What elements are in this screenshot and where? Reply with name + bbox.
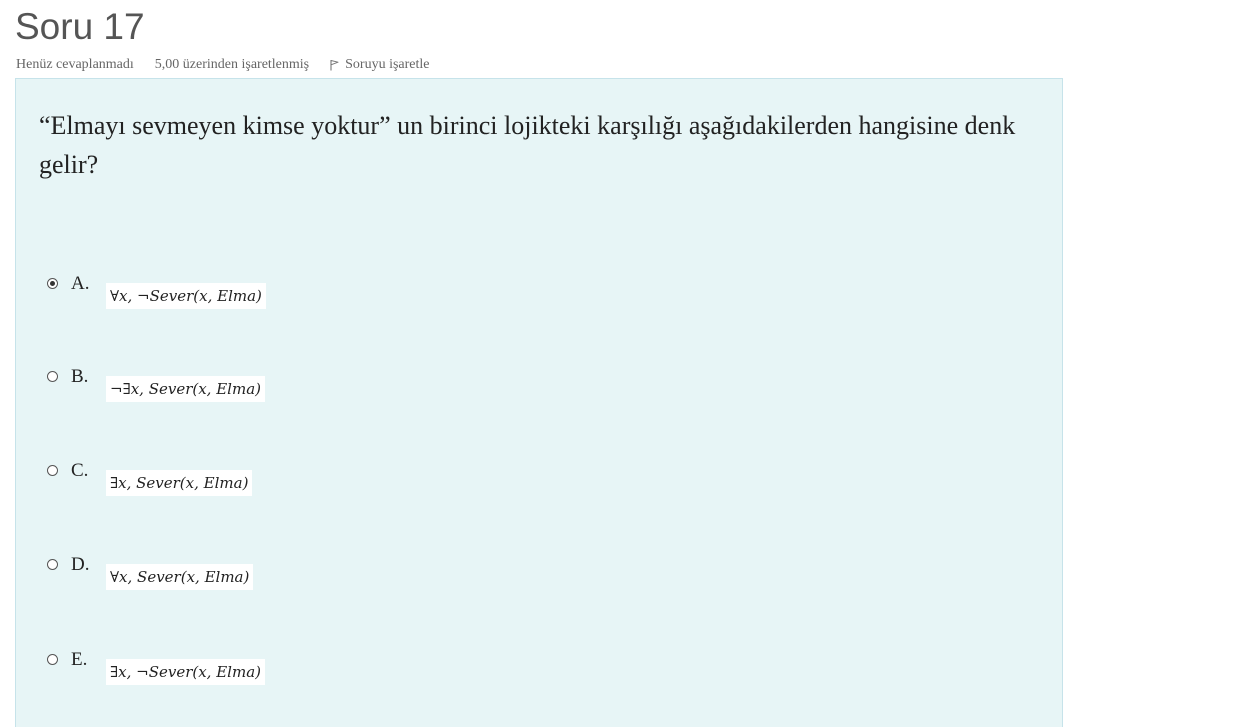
answer-formula-d: ∀x, Sever(x, Elma) (106, 564, 254, 590)
question-grade: 5,00 üzerinden işaretlenmiş (154, 57, 310, 72)
answer-formula-b: ¬∃x, Sever(x, Elma) (106, 376, 265, 402)
flag-question-label: Soruyu işaretle (345, 57, 430, 72)
answer-radio-b[interactable] (47, 371, 58, 382)
answer-letter-a: A. (71, 273, 90, 294)
answer-radio-c[interactable] (47, 465, 58, 476)
answer-radio-d[interactable] (47, 559, 58, 570)
answer-formula-e: ∃x, ¬Sever(x, Elma) (106, 659, 265, 685)
question-state: Henüz cevaplanmadı (16, 57, 134, 72)
answer-letter-d: D. (71, 554, 90, 575)
question-content: “Elmayı sevmeyen kimse yoktur” un birinc… (15, 78, 1063, 727)
flag-question-link[interactable]: Soruyu işaretle (329, 57, 430, 73)
answer-letter-b: B. (71, 366, 89, 387)
question-title: Soru 17 (15, 6, 145, 47)
quiz-page: Soru 17 Henüz cevaplanmadı 5,00 üzerinde… (0, 0, 1239, 727)
answer-radio-a[interactable] (47, 278, 58, 289)
question-info: Henüz cevaplanmadı 5,00 üzerinden işaret… (16, 56, 430, 74)
answer-formula-a: ∀x, ¬Sever(x, Elma) (106, 283, 266, 309)
question-text: “Elmayı sevmeyen kimse yoktur” un birinc… (39, 111, 1016, 179)
answer-letter-c: C. (71, 460, 89, 481)
answer-formula-c: ∃x, Sever(x, Elma) (106, 470, 253, 496)
flag-icon (330, 60, 339, 71)
answer-radio-e[interactable] (47, 654, 58, 665)
answer-letter-e: E. (71, 649, 88, 670)
